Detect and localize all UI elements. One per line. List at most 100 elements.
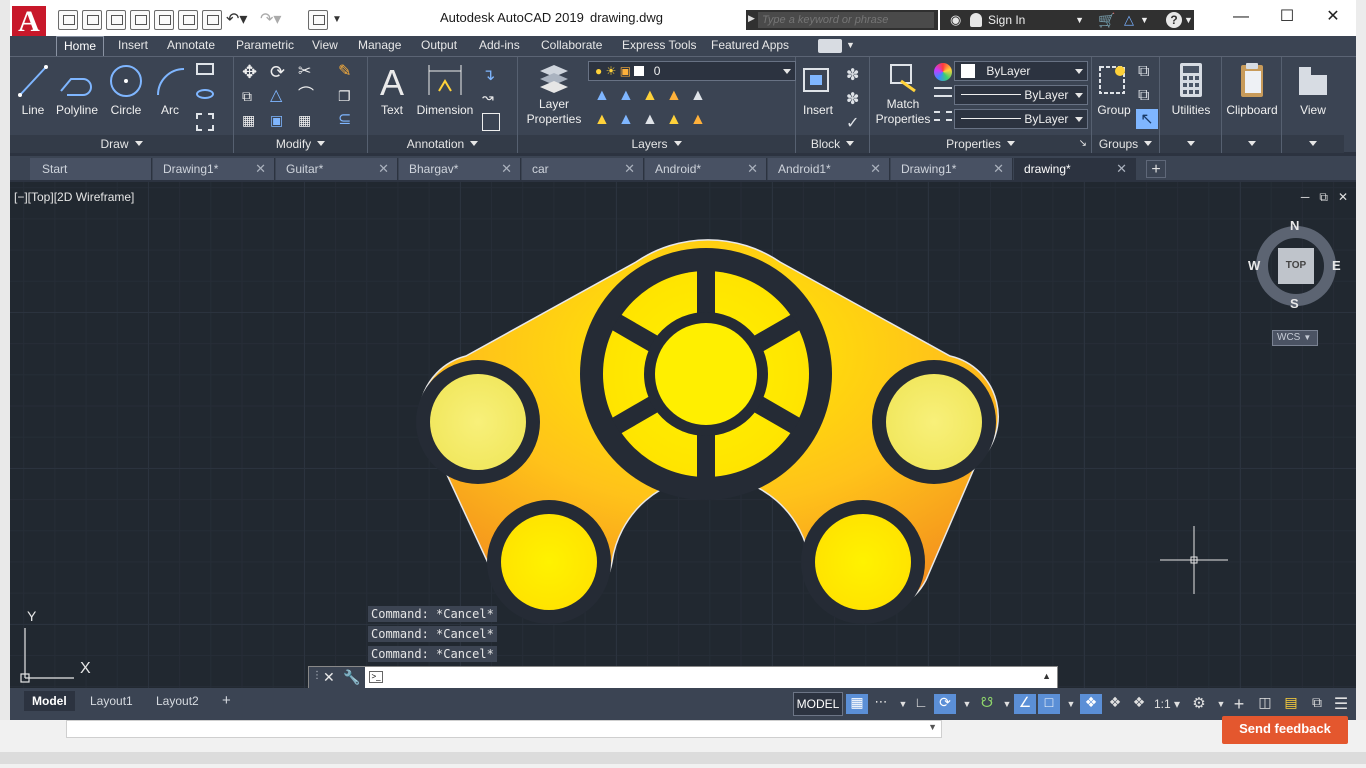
page-scrollbar-vertical[interactable] [1356, 0, 1366, 720]
groups-panel-title[interactable]: Groups [1092, 135, 1159, 153]
file-tab-start[interactable]: Start [30, 158, 152, 180]
close-tab-icon[interactable]: ✕ [747, 158, 758, 180]
ellipse-icon[interactable] [196, 89, 214, 99]
table-icon[interactable] [482, 113, 500, 131]
polar-dropdown-icon[interactable]: ▼ [956, 694, 978, 714]
page-scrollbar-horizontal[interactable] [0, 752, 1366, 764]
qat-dropdown-icon[interactable]: ▼ [332, 10, 346, 30]
new-file-icon[interactable] [58, 10, 78, 30]
modify-panel-title[interactable]: Modify [234, 135, 367, 153]
close-tab-icon[interactable]: ✕ [1116, 158, 1127, 180]
copy-icon[interactable]: ⧉ [242, 87, 260, 105]
command-input[interactable] [389, 669, 1039, 687]
drawing-viewport[interactable]: [−][Top][2D Wireframe] ─ ⧉ ✕ Y X TOP N S… [10, 182, 1356, 690]
compass-west[interactable]: W [1248, 258, 1260, 273]
ribbon-tab-view[interactable]: View [312, 36, 338, 56]
offset-icon[interactable]: ⊆ [338, 111, 356, 129]
linetype-icon[interactable] [934, 111, 952, 121]
ribbon-tab-featured-apps[interactable]: Featured Apps [711, 36, 789, 56]
clean-screen-icon[interactable]: ⧉ [1306, 694, 1328, 714]
match-properties-button[interactable]: Match Properties [874, 61, 932, 127]
search-expand-icon[interactable]: ▶ [748, 13, 755, 24]
layer-tool-5-icon[interactable]: ▲ [690, 87, 708, 105]
file-tab-drawing-active[interactable]: drawing* ✕ [1014, 158, 1136, 180]
multileader-icon[interactable]: ↝ [482, 89, 500, 107]
layer-tool-8-icon[interactable]: ▲ [642, 111, 660, 129]
ribbon-tab-annotate[interactable]: Annotate [167, 36, 215, 56]
file-tab-android1[interactable]: Android1* ✕ [768, 158, 890, 180]
group-edit-icon[interactable]: ⧉ [1138, 87, 1156, 105]
erase-icon[interactable]: ✎ [338, 63, 356, 81]
snap-icon[interactable]: ⋯ [870, 694, 892, 714]
binoculars-icon[interactable]: ◉ [950, 10, 961, 30]
layout-tab-layout1[interactable]: Layout1 [82, 691, 141, 711]
arc-button[interactable]: Arc [152, 61, 188, 118]
send-feedback-button[interactable]: Send feedback [1222, 716, 1348, 744]
utilities-button[interactable]: Utilities [1160, 61, 1222, 118]
close-tab-icon[interactable]: ✕ [255, 158, 266, 180]
ribbon-tab-addins[interactable]: Add-ins [479, 36, 520, 56]
layer-properties-button[interactable]: Layer Properties [522, 61, 586, 127]
block-panel-title[interactable]: Block [796, 135, 869, 153]
object-snap-tracking-icon[interactable]: ∠ [1014, 694, 1036, 714]
close-tab-icon[interactable]: ✕ [870, 158, 881, 180]
ribbon-minimize-icon[interactable] [818, 39, 842, 53]
app-menu-button[interactable]: A [10, 0, 52, 38]
command-close-icon[interactable]: ✕ [323, 669, 335, 686]
sign-in-button[interactable]: ◉ Sign In ▼ [940, 10, 1090, 30]
layout-tab-layout2[interactable]: Layout2 [148, 691, 207, 711]
object-snap-icon[interactable]: □ [1038, 694, 1060, 714]
layer-dropdown[interactable]: ● ☀ ▣ 0 [588, 61, 796, 81]
viewcube-top-face[interactable]: TOP [1278, 248, 1314, 284]
background-dropdown[interactable]: ▼ [66, 720, 942, 738]
close-tab-icon[interactable]: ✕ [501, 158, 512, 180]
layer-tool-1-icon[interactable]: ▲ [594, 87, 612, 105]
properties-panel-title[interactable]: Properties ↘ [870, 135, 1091, 153]
ribbon-tab-manage[interactable]: Manage [358, 36, 401, 56]
mirror-icon[interactable]: △ [270, 87, 288, 105]
polyline-button[interactable]: Polyline [52, 61, 102, 118]
a360-icon[interactable]: △ [1124, 10, 1134, 30]
fillet-icon[interactable]: ⌒ [298, 87, 316, 105]
annotation-panel-title[interactable]: Annotation [368, 135, 517, 153]
viewcube[interactable]: TOP N S W E [1248, 218, 1341, 311]
file-tab-guitar[interactable]: Guitar* ✕ [276, 158, 398, 180]
units-icon[interactable]: ◫ [1254, 694, 1276, 714]
help-dropdown-icon[interactable]: ▼ [1184, 10, 1193, 30]
layers-panel-title[interactable]: Layers [518, 135, 795, 153]
stretch-icon[interactable]: ▦ [242, 111, 260, 129]
auto-scale-icon[interactable]: ❖ [1104, 694, 1126, 714]
group-selection-toggle-icon[interactable]: ↖ [1136, 109, 1158, 129]
object-snap-dropdown-icon[interactable]: ▼ [1060, 694, 1082, 714]
isodraft-icon[interactable]: ☋ [976, 694, 998, 714]
a360-dropdown-icon[interactable]: ▼ [1140, 10, 1149, 30]
file-tab-drawing1-2[interactable]: Drawing1* ✕ [891, 158, 1013, 180]
create-block-icon[interactable]: ✽ [846, 65, 864, 84]
command-prompt-icon[interactable]: >_ [369, 671, 383, 683]
ribbon-tab-output[interactable]: Output [421, 36, 457, 56]
ribbon-tab-express-tools[interactable]: Express Tools [622, 36, 696, 56]
rotate-icon[interactable]: ⟳ [270, 63, 288, 81]
workspace-icon[interactable] [308, 10, 328, 30]
explode-icon[interactable]: ❐ [338, 87, 356, 105]
layer-tool-4-icon[interactable]: ▲ [666, 87, 684, 105]
draw-panel-title[interactable]: Draw [10, 135, 233, 153]
command-grip-icon[interactable]: ⋮ [312, 670, 322, 681]
annotation-visibility-icon[interactable]: ❖ [1080, 694, 1102, 714]
file-tab-drawing1[interactable]: Drawing1* ✕ [153, 158, 275, 180]
ribbon-tab-insert[interactable]: Insert [118, 36, 148, 56]
ribbon-options-dropdown-icon[interactable]: ▼ [846, 36, 855, 56]
model-space-button[interactable]: MODEL [793, 692, 843, 716]
open-folder-icon[interactable] [82, 10, 102, 30]
layer-tool-6-icon[interactable]: ▲ [594, 111, 612, 129]
customization-menu-icon[interactable]: ☰ [1330, 694, 1352, 714]
save-as-icon[interactable] [130, 10, 150, 30]
move-icon[interactable]: ✥ [242, 63, 260, 81]
publish-icon[interactable] [178, 10, 198, 30]
clipboard-button[interactable]: Clipboard [1222, 61, 1282, 118]
lineweight-icon[interactable] [934, 87, 952, 97]
close-tab-icon[interactable]: ✕ [378, 158, 389, 180]
annotation-scale-icon[interactable]: ❖ [1128, 694, 1150, 714]
maximize-button[interactable]: ☐ [1264, 0, 1310, 36]
dimension-button[interactable]: Dimension [414, 61, 476, 118]
